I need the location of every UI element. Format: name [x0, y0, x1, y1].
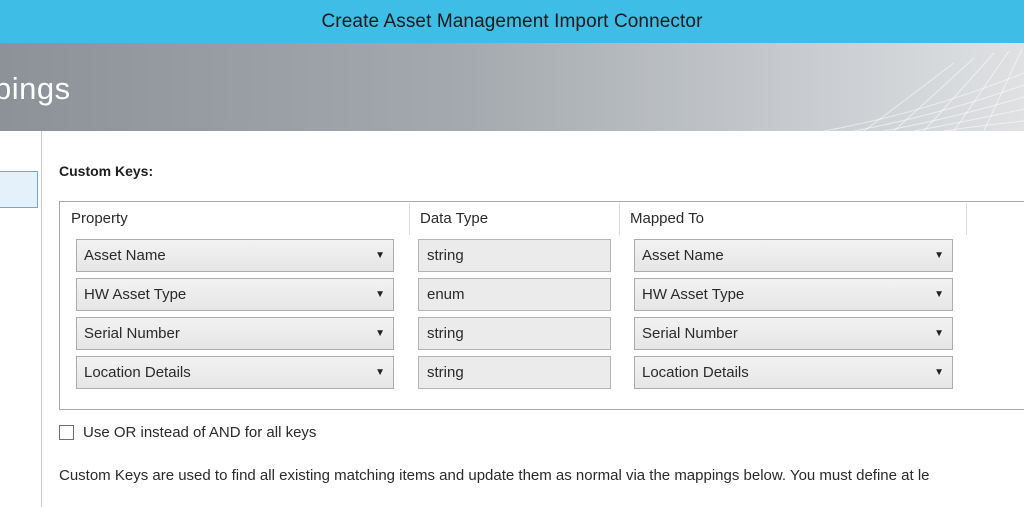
page-heading: pings — [0, 71, 71, 106]
property-dropdown[interactable]: Location Details ▼ — [76, 356, 394, 389]
column-separator — [966, 203, 967, 235]
use-or-option[interactable]: Use OR instead of AND for all keys — [59, 424, 316, 441]
grid-decoration-graphic — [824, 48, 1024, 131]
dropdown-arrow-icon: ▼ — [375, 289, 385, 300]
mapped-to-dropdown-value: Serial Number — [642, 325, 738, 342]
mapped-to-dropdown[interactable]: Serial Number ▼ — [634, 317, 953, 350]
property-dropdown-value: Location Details — [84, 364, 191, 381]
property-dropdown-value: Asset Name — [84, 247, 166, 264]
column-separator — [409, 203, 410, 235]
dropdown-arrow-icon: ▼ — [375, 328, 385, 339]
mapped-to-dropdown[interactable]: HW Asset Type ▼ — [634, 278, 953, 311]
property-dropdown-value: Serial Number — [84, 325, 180, 342]
column-header-data-type: Data Type — [420, 210, 489, 227]
nav-divider — [41, 131, 42, 507]
property-dropdown[interactable]: Asset Name ▼ — [76, 239, 394, 272]
dropdown-arrow-icon: ▼ — [375, 367, 385, 378]
property-dropdown-value: HW Asset Type — [84, 286, 187, 303]
custom-keys-title: Custom Keys: — [59, 163, 154, 179]
data-type-field: enum — [418, 278, 611, 311]
mapped-to-dropdown-value: Asset Name — [642, 247, 724, 264]
wizard-nav-selected-item[interactable] — [0, 171, 38, 208]
custom-keys-description: Custom Keys are used to find all existin… — [59, 467, 930, 484]
dropdown-arrow-icon: ▼ — [934, 289, 944, 300]
mapped-to-dropdown-value: Location Details — [642, 364, 749, 381]
page-header: pings — [0, 43, 1024, 131]
dropdown-arrow-icon: ▼ — [934, 250, 944, 261]
column-header-mapped-to: Mapped To — [630, 210, 704, 227]
window-title-bar: Create Asset Management Import Connector — [0, 0, 1024, 43]
dropdown-arrow-icon: ▼ — [934, 367, 944, 378]
data-type-field: string — [418, 317, 611, 350]
column-separator — [619, 203, 620, 235]
mapped-to-dropdown[interactable]: Location Details ▼ — [634, 356, 953, 389]
mapped-to-dropdown[interactable]: Asset Name ▼ — [634, 239, 953, 272]
use-or-label: Use OR instead of AND for all keys — [83, 424, 317, 441]
property-dropdown[interactable]: HW Asset Type ▼ — [76, 278, 394, 311]
dropdown-arrow-icon: ▼ — [934, 328, 944, 339]
data-type-field: string — [418, 239, 611, 272]
window-title: Create Asset Management Import Connector — [321, 10, 703, 32]
column-header-property: Property — [71, 210, 128, 227]
use-or-checkbox[interactable] — [59, 425, 74, 440]
mapped-to-dropdown-value: HW Asset Type — [642, 286, 745, 303]
dropdown-arrow-icon: ▼ — [375, 250, 385, 261]
property-dropdown[interactable]: Serial Number ▼ — [76, 317, 394, 350]
data-type-field: string — [418, 356, 611, 389]
